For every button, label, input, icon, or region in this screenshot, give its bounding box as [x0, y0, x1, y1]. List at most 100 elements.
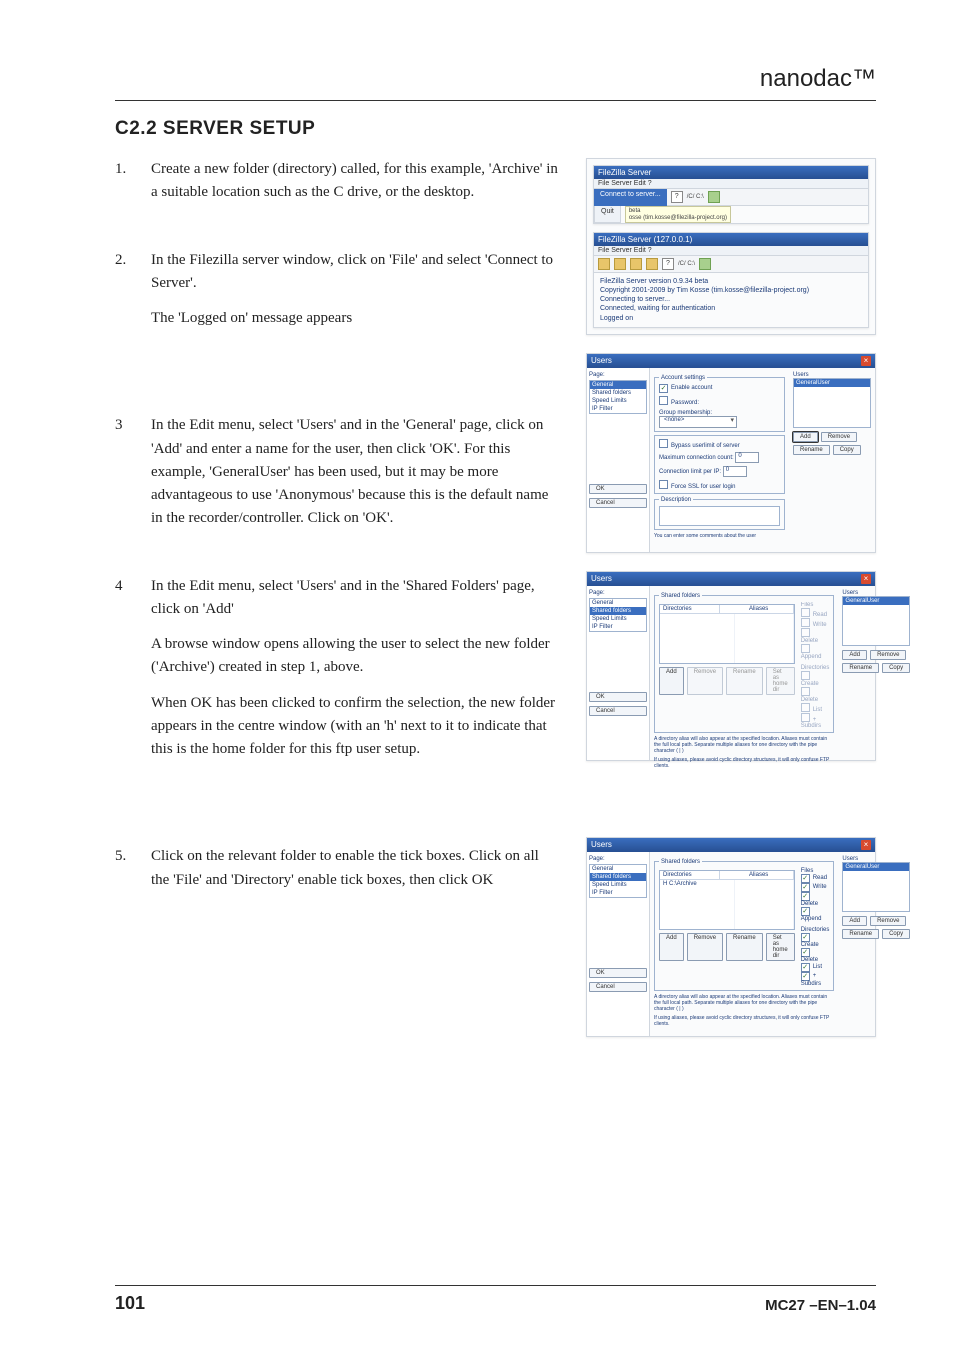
user-item[interactable]: GeneralUser	[843, 597, 909, 605]
bypass-checkbox[interactable]: Bypass userlimit of server	[659, 439, 780, 449]
remove-user-button[interactable]: Remove	[870, 650, 906, 660]
remove-dir-button[interactable]: Remove	[687, 933, 723, 961]
menubar: File Server Edit ?	[594, 179, 868, 189]
flag-icon	[699, 258, 711, 270]
perm-append[interactable]: Append	[801, 907, 830, 922]
set-home-button: Set as home dir	[766, 667, 795, 695]
window-title: FileZilla Server	[598, 168, 651, 177]
close-icon[interactable]: ×	[861, 356, 871, 366]
close-icon[interactable]: ×	[861, 840, 871, 850]
add-user-button[interactable]: Add	[793, 432, 818, 442]
sidebar-label: Page:	[589, 856, 647, 862]
max-conn-label: Maximum connection count:	[659, 455, 734, 461]
window-title: FileZilla Server (127.0.0.1)	[598, 235, 692, 244]
step-number: 2.	[115, 249, 151, 343]
copy-user-button[interactable]: Copy	[882, 929, 910, 939]
sidebar-item-speed[interactable]: Speed Limits	[590, 397, 646, 405]
directories-table[interactable]: Directories Aliases	[659, 604, 795, 664]
conn-ip-input[interactable]: 0	[723, 466, 747, 477]
col-aliases: Aliases	[746, 605, 794, 613]
password-checkbox[interactable]: Password:	[659, 396, 780, 406]
add-dir-button[interactable]: Add	[659, 667, 684, 695]
doc-id: MC27 –EN–1.04	[765, 1297, 876, 1314]
enable-account-checkbox[interactable]: Enable account	[659, 384, 780, 393]
add-user-button[interactable]: Add	[842, 916, 867, 926]
perm-read[interactable]: Read	[801, 874, 830, 883]
perm-subdirs: + Subdirs	[801, 713, 830, 729]
sidebar-item-shared[interactable]: Shared folders	[590, 607, 646, 615]
close-icon[interactable]: ×	[861, 574, 871, 584]
perm-ddelete[interactable]: Delete	[801, 948, 830, 963]
sidebar-item-speed[interactable]: Speed Limits	[590, 881, 646, 889]
step-4: 4 In the Edit menu, select 'Users' and i…	[115, 575, 560, 774]
rename-dir-button[interactable]: Rename	[726, 933, 763, 961]
perm-delete[interactable]: Delete	[801, 892, 830, 907]
users-listbox[interactable]: GeneralUser	[842, 596, 910, 646]
steps-column: 1. Create a new folder (directory) calle…	[115, 158, 560, 1037]
cancel-button[interactable]: Cancel	[589, 982, 647, 992]
copy-user-button[interactable]: Copy	[882, 663, 910, 673]
perm-create: Create	[801, 671, 830, 687]
users-listbox[interactable]: GeneralUser	[793, 378, 871, 428]
menu-connect-to-server[interactable]: Connect to server...	[594, 189, 667, 206]
sidebar-item-general[interactable]: General	[590, 865, 646, 873]
toolbar-icon	[598, 258, 610, 270]
menubar: File Server Edit ?	[594, 246, 868, 256]
users-listbox[interactable]: GeneralUser	[842, 862, 910, 912]
rename-user-button[interactable]: Rename	[842, 929, 879, 939]
ok-button[interactable]: OK	[589, 484, 647, 494]
directories-table[interactable]: Directories Aliases H C:\Archive	[659, 870, 795, 930]
filezilla-window-logged: FileZilla Server (127.0.0.1) File Server…	[593, 232, 869, 327]
ok-button[interactable]: OK	[589, 968, 647, 978]
figures-column: FileZilla Server File Server Edit ? Conn…	[586, 158, 876, 1037]
sidebar-item-general[interactable]: General	[590, 381, 646, 389]
sidebar-item-ipfilter[interactable]: IP Filter	[590, 623, 646, 631]
dir-row[interactable]: H C:\Archive	[660, 880, 735, 929]
rename-user-button[interactable]: Rename	[793, 445, 830, 455]
sidebar-item-shared[interactable]: Shared folders	[590, 389, 646, 397]
max-conn-input[interactable]: 0	[735, 452, 759, 463]
section-heading: C2.2 SERVER SETUP	[115, 118, 876, 140]
account-settings-legend: Account settings	[659, 375, 707, 381]
figure-connect: FileZilla Server File Server Edit ? Conn…	[586, 158, 876, 335]
remove-user-button[interactable]: Remove	[870, 916, 906, 926]
cancel-button[interactable]: Cancel	[589, 498, 647, 508]
perm-write[interactable]: Write	[801, 883, 830, 892]
rename-user-button[interactable]: Rename	[842, 663, 879, 673]
conn-ip-label: Connection limit per IP:	[659, 469, 721, 475]
sidebar-item-speed[interactable]: Speed Limits	[590, 615, 646, 623]
remove-dir-button: Remove	[687, 667, 723, 695]
set-home-button[interactable]: Set as home dir	[766, 933, 795, 961]
add-user-button[interactable]: Add	[842, 650, 867, 660]
perm-delete: Delete	[801, 628, 830, 644]
user-item[interactable]: GeneralUser	[843, 863, 909, 871]
remove-user-button[interactable]: Remove	[821, 432, 857, 442]
sidebar-item-ipfilter[interactable]: IP Filter	[590, 889, 646, 897]
force-ssl-checkbox[interactable]: Force SSL for user login	[659, 480, 780, 490]
copy-user-button[interactable]: Copy	[833, 445, 861, 455]
menu-quit[interactable]: Quit	[594, 206, 621, 223]
description-textarea[interactable]	[659, 506, 780, 526]
rename-dir-button: Rename	[726, 667, 763, 695]
step-number: 3	[115, 414, 151, 542]
sidebar-item-shared[interactable]: Shared folders	[590, 873, 646, 881]
description-legend: Description	[659, 497, 693, 503]
group-membership-select[interactable]: <none>	[659, 416, 737, 428]
ok-button[interactable]: OK	[589, 692, 647, 702]
col-aliases: Aliases	[746, 871, 794, 879]
perm-create[interactable]: Create	[801, 933, 830, 948]
step-text: The 'Logged on' message appears	[151, 307, 560, 330]
sidebar-item-general[interactable]: General	[590, 599, 646, 607]
user-item[interactable]: GeneralUser	[794, 379, 870, 387]
sidebar-item-ipfilter[interactable]: IP Filter	[590, 405, 646, 413]
alias-note2: If using aliases, please avoid cyclic di…	[654, 757, 834, 769]
footer-rule	[115, 1285, 876, 1286]
dialog-title: Users	[591, 840, 612, 849]
dialog-title: Users	[591, 356, 612, 365]
cancel-button[interactable]: Cancel	[589, 706, 647, 716]
add-dir-button[interactable]: Add	[659, 933, 684, 961]
perm-list[interactable]: List	[801, 963, 830, 972]
step-text: Create a new folder (directory) called, …	[151, 158, 560, 205]
top-rule	[115, 100, 876, 101]
perm-subdirs[interactable]: + Subdirs	[801, 972, 830, 987]
